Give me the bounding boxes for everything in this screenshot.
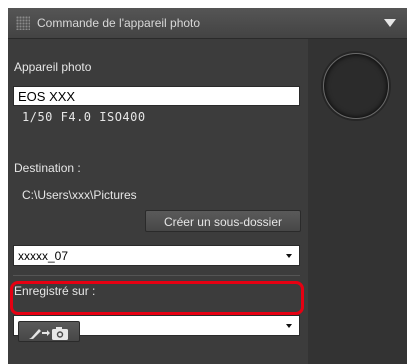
shutter-column [308, 39, 407, 364]
chevron-down-icon[interactable] [384, 19, 396, 27]
camera-label: Appareil photo [14, 60, 92, 74]
dropdown-arrow-icon[interactable] [286, 324, 292, 328]
remote-shooting-button[interactable] [18, 321, 80, 342]
dropdown-arrow-icon[interactable] [286, 254, 292, 258]
camera-control-panel: Commande de l'appareil photo Appareil ph… [8, 8, 407, 364]
create-subfolder-button[interactable]: Créer un sous-dossier [145, 210, 301, 232]
shutter-dial[interactable] [323, 53, 389, 119]
save-to-label: Enregistré sur : [14, 284, 96, 298]
destination-path: C:\Users\xxx\Pictures [22, 188, 137, 202]
grip-icon[interactable] [16, 16, 30, 30]
exposure-settings-readout: 1/50 F4.0 ISO400 [22, 110, 146, 124]
divider [13, 275, 300, 276]
folder-select[interactable]: xxxxx_07 [13, 245, 300, 266]
destination-label: Destination : [14, 161, 81, 175]
folder-select-value: xxxxx_07 [18, 249, 69, 263]
panel-titlebar: Commande de l'appareil photo [8, 8, 407, 39]
panel-title: Commande de l'appareil photo [37, 16, 201, 30]
settings-column: Appareil photo EOS XXX 1/50 F4.0 ISO400 … [8, 39, 308, 364]
pen-camera-icon [29, 327, 68, 340]
camera-name-field: EOS XXX [13, 86, 300, 106]
